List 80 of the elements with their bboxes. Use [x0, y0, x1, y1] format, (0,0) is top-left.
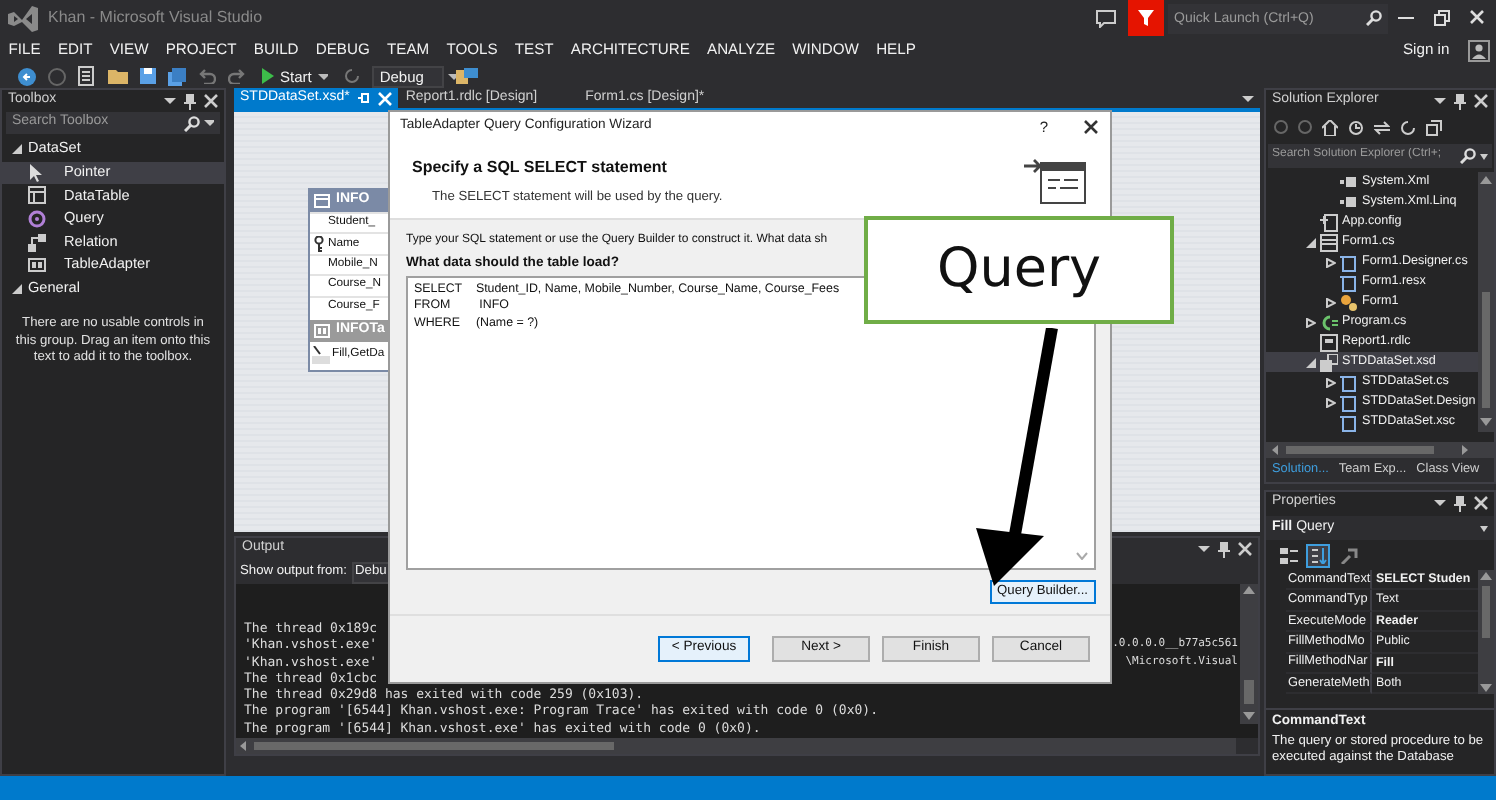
- adapter-icon: [314, 323, 330, 338]
- query-icon: [28, 210, 46, 229]
- play-icon: [262, 68, 274, 84]
- dropdown-icon[interactable]: [1434, 98, 1446, 104]
- relation-icon: [28, 233, 46, 252]
- pin-icon[interactable]: [184, 93, 196, 109]
- sync-icon[interactable]: [1374, 119, 1390, 135]
- csharp-icon: [1320, 313, 1338, 331]
- caret-icon: [317, 73, 328, 79]
- pages-button[interactable]: [1336, 543, 1360, 567]
- file-icon: [1340, 373, 1358, 391]
- expand-arrow-icon[interactable]: [1306, 237, 1316, 247]
- file-icon: [1340, 273, 1358, 291]
- expand-arrow-icon[interactable]: [1306, 317, 1316, 327]
- filter-button[interactable]: [1128, 0, 1164, 36]
- redo-icon[interactable]: [228, 68, 246, 84]
- table-icon: [314, 194, 330, 208]
- dataset-icon: [1320, 353, 1338, 371]
- dialog-heading: Specify a SQL SELECT statement: [412, 158, 669, 178]
- search-icon: [1460, 148, 1476, 164]
- forward-icon[interactable]: [1298, 120, 1312, 134]
- save-all-icon[interactable]: [168, 67, 186, 85]
- pin-icon[interactable]: [1218, 541, 1230, 557]
- datatable-icon: [28, 186, 46, 205]
- forward-icon[interactable]: [48, 67, 66, 85]
- search-icon: [184, 115, 200, 131]
- reference-icon: [1340, 173, 1358, 191]
- pin-icon[interactable]: [1454, 93, 1466, 109]
- folder-icon[interactable]: [108, 68, 128, 84]
- dropdown-icon[interactable]: [1434, 500, 1446, 506]
- callout-box: Query: [864, 216, 1174, 324]
- pin-icon[interactable]: [357, 92, 370, 104]
- restore-icon[interactable]: [1434, 10, 1450, 26]
- history-icon[interactable]: [1348, 119, 1364, 135]
- config-icon: [1320, 213, 1338, 231]
- window-title: Khan - Microsoft Visual Studio: [48, 8, 263, 28]
- logo-icon: [8, 5, 38, 31]
- back-icon[interactable]: [18, 67, 36, 85]
- dropdown-icon[interactable]: [1242, 95, 1254, 101]
- expand-arrow-icon[interactable]: [1306, 357, 1316, 367]
- dropdown-icon[interactable]: [164, 98, 176, 104]
- wizard-icon: [1024, 158, 1086, 204]
- search-button[interactable]: [1456, 144, 1492, 168]
- find-icon[interactable]: [455, 67, 478, 85]
- speech-bubble-icon[interactable]: [1096, 9, 1116, 27]
- expand-arrow-icon[interactable]: [1326, 397, 1336, 407]
- close-icon[interactable]: [1084, 119, 1098, 133]
- expand-arrow-icon[interactable]: [1326, 377, 1336, 387]
- form-icon: [1320, 233, 1338, 251]
- file-icon: [1340, 253, 1358, 271]
- search-icon: [1366, 10, 1382, 26]
- save-icon[interactable]: [140, 68, 156, 84]
- file-icon: [1340, 413, 1358, 431]
- reference-icon: [1340, 193, 1358, 211]
- search-button[interactable]: [1360, 3, 1388, 33]
- search-button[interactable]: [178, 112, 220, 134]
- undo-icon[interactable]: [198, 68, 216, 84]
- alphabetical-icon: [1309, 547, 1327, 563]
- caret-icon: [204, 120, 214, 126]
- expand-arrow-icon[interactable]: [1326, 257, 1336, 267]
- dropdown-icon[interactable]: [1198, 546, 1210, 552]
- funnel-icon: [1138, 10, 1154, 26]
- pages-icon: [1339, 547, 1357, 563]
- categorized-button[interactable]: [1276, 543, 1300, 567]
- report-icon: [1320, 333, 1338, 351]
- new-project-icon[interactable]: [78, 66, 96, 86]
- pin-icon[interactable]: [1454, 495, 1466, 511]
- caret-icon: [1480, 153, 1488, 159]
- tableadapter-icon: [28, 256, 46, 275]
- file-icon: [1340, 393, 1358, 411]
- pointer-icon: [28, 163, 46, 182]
- home-icon[interactable]: [1322, 119, 1338, 135]
- collapse-icon[interactable]: [1426, 119, 1442, 135]
- categorized-icon: [1279, 547, 1297, 563]
- refresh-icon[interactable]: [1400, 119, 1416, 135]
- component-icon: [1340, 293, 1358, 311]
- account-icon[interactable]: [1468, 39, 1490, 61]
- expand-arrow-icon[interactable]: [1326, 297, 1336, 307]
- caret-icon: [1480, 525, 1488, 531]
- alphabetical-button[interactable]: [1306, 543, 1330, 567]
